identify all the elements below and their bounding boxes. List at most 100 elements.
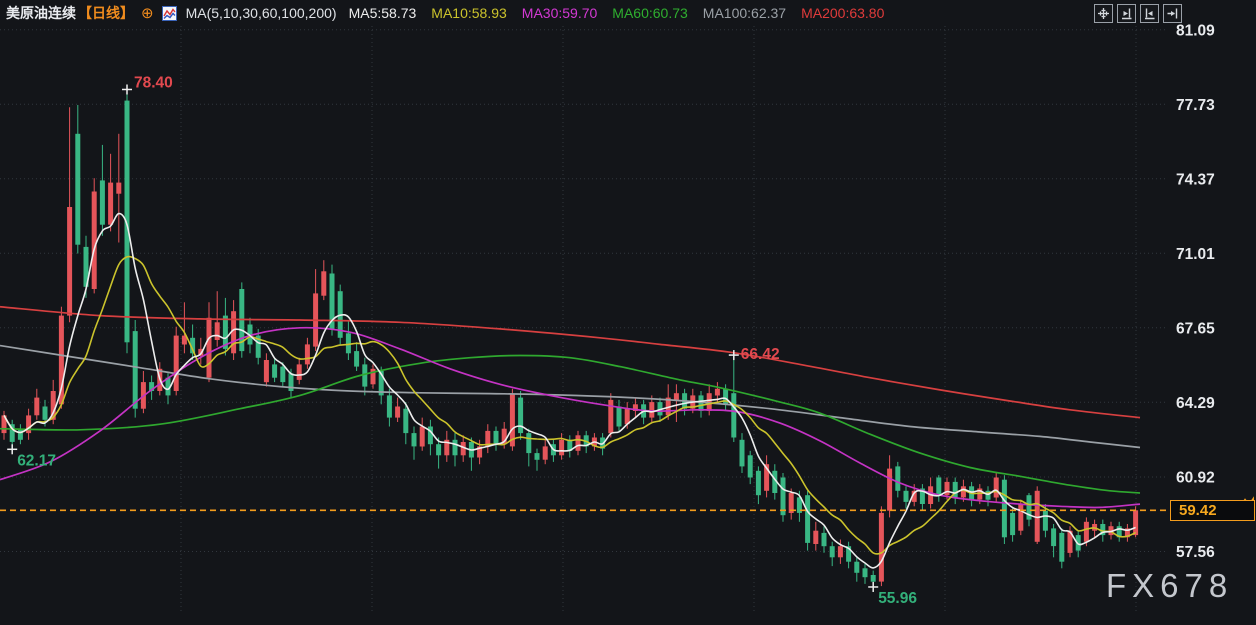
candle-body <box>1010 513 1015 535</box>
candle-body <box>26 415 31 433</box>
candle-body <box>830 546 835 557</box>
price-tick-label: 81.09 <box>1176 22 1215 39</box>
candle-body <box>453 440 458 456</box>
candle-body <box>559 440 564 456</box>
candle-body <box>813 531 818 544</box>
candle-body <box>280 367 285 383</box>
candle-body <box>518 398 523 434</box>
price-tick-label: 77.73 <box>1176 97 1215 114</box>
ma-legend-item: MA100:62.37 <box>703 5 786 21</box>
candle-body <box>617 407 622 427</box>
candle-body <box>1002 480 1007 538</box>
candle-body <box>649 402 654 418</box>
candle-body <box>215 322 220 340</box>
candle-body <box>403 409 408 433</box>
chart-logo-icon <box>162 6 177 21</box>
ma-legend-item: MA5:58.73 <box>349 5 417 21</box>
candle-body <box>1084 522 1089 542</box>
candle-body <box>1059 533 1064 562</box>
price-tick-label: 57.56 <box>1176 544 1215 561</box>
candlesticks[interactable] <box>2 90 1139 588</box>
last-price-box: 59.42 <box>1170 500 1255 521</box>
extreme-marker <box>868 582 878 592</box>
price-annotation: 62.17 <box>17 452 56 469</box>
zoom-in-icon[interactable] <box>1140 4 1159 23</box>
candle-body <box>1133 510 1138 535</box>
candle-body <box>1043 511 1048 531</box>
ma-legend-item: MA30:59.70 <box>522 5 598 21</box>
indicator-label: MA(5,10,30,60,100,200) <box>186 5 337 21</box>
price-annotation: 55.96 <box>878 590 917 607</box>
candle-body <box>895 466 900 490</box>
ma-line-MA200 <box>0 307 1140 418</box>
candle-body <box>1018 504 1023 531</box>
candle-body <box>731 393 736 437</box>
candle-body <box>994 478 999 498</box>
watermark: FX678 <box>1106 567 1233 605</box>
candle-body <box>18 429 23 440</box>
ma-line-MA100 <box>0 346 1140 448</box>
period-label[interactable]: 【日线】 <box>78 3 134 23</box>
candle-body <box>354 351 359 367</box>
crosshair-icon[interactable] <box>1094 4 1113 23</box>
candle-body <box>854 562 859 573</box>
extreme-marker <box>122 84 132 94</box>
candle-body <box>116 183 121 194</box>
chart-header: 美原油连续 【日线】 ⊕ MA(5,10,30,60,100,200) MA5:… <box>6 3 899 23</box>
ma-line-MA10 <box>4 257 1136 554</box>
candle-body <box>321 271 326 295</box>
candle-body <box>748 455 753 477</box>
candle-body <box>420 427 425 447</box>
candle-body <box>945 482 950 495</box>
candle-body <box>740 440 745 467</box>
candle-body <box>543 446 548 459</box>
candle-body <box>526 433 531 453</box>
price-tick-label: 64.29 <box>1176 395 1215 412</box>
candle-body <box>133 331 138 409</box>
zoom-out-icon[interactable] <box>1117 4 1136 23</box>
go-to-end-icon[interactable] <box>1163 4 1182 23</box>
candle-body <box>346 333 351 353</box>
price-tick-label: 67.65 <box>1176 320 1215 337</box>
ma-line-MA30 <box>0 328 1140 508</box>
candle-body <box>100 180 105 224</box>
ma-legend-item: MA200:63.80 <box>801 5 884 21</box>
candle-body <box>887 469 892 511</box>
chart-toolbar <box>1094 4 1182 23</box>
candle-body <box>395 407 400 418</box>
candle-body <box>904 491 909 502</box>
candle-body <box>108 183 113 225</box>
ma-legend-item: MA60:60.73 <box>612 5 688 21</box>
candle-body <box>436 444 441 455</box>
candle-body <box>34 398 39 416</box>
candle-body <box>297 364 302 380</box>
price-annotation: 78.40 <box>134 74 173 91</box>
candle-body <box>576 435 581 451</box>
ma-legend-item: MA10:58.93 <box>431 5 507 21</box>
price-tick-label: 60.92 <box>1176 470 1215 487</box>
candle-body <box>535 453 540 460</box>
candle-body <box>863 568 868 577</box>
candle-body <box>879 513 884 582</box>
candle-body <box>805 495 810 543</box>
candle-body <box>822 533 827 546</box>
candle-body <box>961 486 966 497</box>
price-tick-label: 71.01 <box>1176 246 1215 263</box>
crosshair-toggle-icon[interactable]: ⊕ <box>141 4 154 22</box>
candle-body <box>92 192 97 290</box>
candle-body <box>174 336 179 391</box>
candlestick-chart[interactable]: 81.09 77.73 74.37 71.01 67.65 64.29 60.92 57.56… <box>0 0 1256 625</box>
candle-body <box>412 433 417 446</box>
candle-body <box>838 546 843 557</box>
candle-body <box>272 364 277 377</box>
candle-body <box>264 360 269 382</box>
candle-body <box>305 344 310 364</box>
extreme-marker <box>7 444 17 454</box>
candle-body <box>936 478 941 496</box>
candle-body <box>756 471 761 495</box>
candle-body <box>67 207 72 316</box>
candle-body <box>1051 528 1056 546</box>
price-tick-label: 74.37 <box>1176 171 1215 188</box>
candle-body <box>674 393 679 400</box>
candle-body <box>871 575 876 582</box>
